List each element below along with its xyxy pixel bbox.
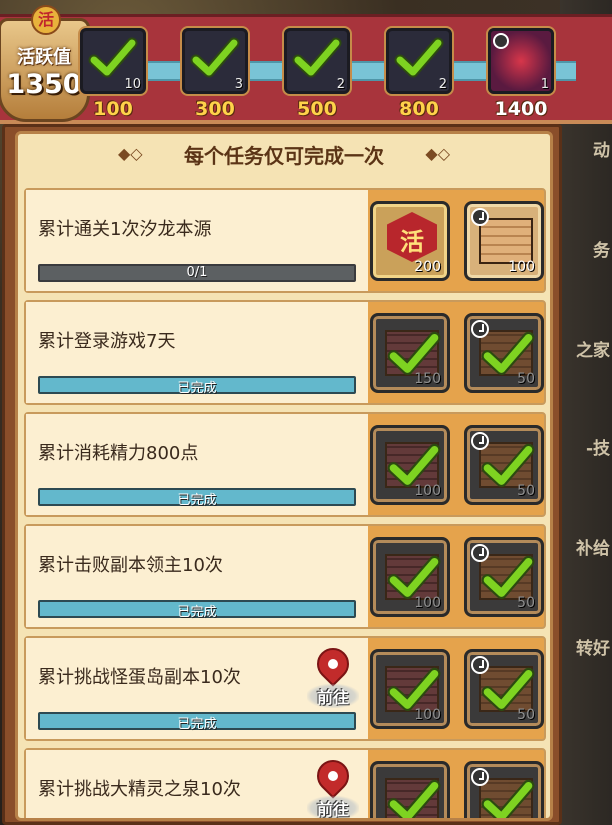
task-row: 累计登录游戏7天已完成 150 50 [24, 300, 546, 405]
task-name: 累计通关1次汐龙本源 [38, 219, 212, 240]
side-label[interactable]: 动 [560, 136, 612, 161]
task-progress-bar: 已完成 [38, 488, 356, 508]
task-info: 累计击败副本领主10次已完成 [26, 526, 368, 627]
check-icon [387, 776, 441, 818]
side-label[interactable]: 补给 [560, 534, 612, 559]
panel-title-text: 每个任务仅可完成一次 [184, 144, 384, 168]
activity-hex-icon: 活 [387, 212, 437, 262]
side-label[interactable]: 务 [560, 236, 612, 261]
milestone-count: 3 [234, 77, 243, 92]
activity-reward-item[interactable] [370, 761, 450, 818]
side-label[interactable]: 之家 [560, 336, 612, 361]
chest-reward-item[interactable]: 50 [464, 649, 544, 729]
clock-icon [471, 208, 489, 226]
task-info: 累计挑战大精灵之泉10次前往 [26, 750, 368, 818]
chest-icon [479, 218, 533, 264]
task-row: 累计消耗精力800点已完成 100 50 [24, 412, 546, 517]
milestone-threshold: 300 [195, 98, 235, 120]
task-name: 累计消耗精力800点 [38, 443, 199, 464]
chest-reward-item[interactable] [464, 761, 544, 818]
activity-reward-item[interactable]: 活 200 [370, 201, 450, 281]
reward-amount: 50 [517, 595, 535, 611]
milestone-threshold: 500 [297, 98, 337, 120]
reward-amount: 100 [414, 707, 441, 723]
task-info: 累计通关1次汐龙本源 0/1 [26, 190, 368, 291]
task-info: 累计挑战怪蛋岛副本10次 已完成 前往 [26, 638, 368, 739]
task-row: 累计挑战怪蛋岛副本10次 已完成 前往 100 50 [24, 636, 546, 741]
task-progress-bar: 已完成 [38, 600, 356, 620]
task-name: 累计击败副本领主10次 [38, 555, 223, 576]
diamond-ornament-icon: ◆◇ [118, 144, 143, 163]
milestone-reward[interactable]: 10 [80, 28, 146, 94]
reward-amount: 50 [517, 707, 535, 723]
side-label[interactable]: 转好 [560, 634, 612, 659]
milestone-reward[interactable]: 3 [182, 28, 248, 94]
task-info: 累计登录游戏7天已完成 [26, 302, 368, 403]
milestone-reward[interactable]: 2 [284, 28, 350, 94]
milestone-count: 2 [438, 77, 447, 92]
milestone-count: 1 [540, 77, 549, 92]
activity-value: 1350 [6, 69, 82, 100]
task-progress-text: 已完成 [177, 493, 217, 508]
task-row: 累计通关1次汐龙本源 0/1 活 200 100 [24, 188, 546, 293]
reward-amount: 100 [508, 259, 535, 275]
task-name: 累计登录游戏7天 [38, 331, 176, 352]
task-name: 累计挑战大精灵之泉10次 [38, 779, 241, 800]
check-icon [292, 34, 342, 84]
check-icon [190, 34, 240, 84]
reward-amount: 150 [414, 371, 441, 387]
milestone-threshold: 100 [93, 98, 133, 120]
milestone-threshold: 800 [399, 98, 439, 120]
task-progress-text: 已完成 [177, 381, 217, 396]
goto-label: 前往 [307, 796, 359, 818]
check-icon [394, 34, 444, 84]
task-progress-text: 0/1 [186, 265, 208, 280]
activity-reward-item[interactable]: 100 [370, 425, 450, 505]
reward-amount: 200 [414, 259, 441, 275]
task-name: 累计挑战怪蛋岛副本10次 [38, 667, 241, 688]
task-info: 累计消耗精力800点已完成 [26, 414, 368, 515]
milestone-threshold: 1400 [494, 98, 548, 120]
reward-amount: 50 [517, 483, 535, 499]
goto-label: 前往 [307, 684, 359, 708]
goto-button[interactable]: 前往 [307, 641, 359, 720]
activity-reward-item[interactable]: 100 [370, 649, 450, 729]
task-row: 累计击败副本领主10次已完成 100 50 [24, 524, 546, 629]
chest-reward-item[interactable]: 50 [464, 537, 544, 617]
chest-reward-item[interactable]: 50 [464, 425, 544, 505]
clock-icon [493, 33, 509, 49]
reward-amount: 50 [517, 371, 535, 387]
activity-glyph: 活 [400, 228, 424, 256]
activity-reward-item[interactable]: 100 [370, 537, 450, 617]
activity-seal-icon: 活 [31, 5, 61, 35]
milestone-count: 10 [124, 77, 141, 92]
map-pin-icon [310, 753, 356, 799]
activity-label: 活跃值 [17, 47, 71, 68]
chest-reward-item[interactable]: 50 [464, 313, 544, 393]
milestone-reward[interactable]: 1 [488, 28, 554, 94]
task-row: 累计挑战大精灵之泉10次前往 [24, 748, 546, 818]
reward-amount: 100 [414, 595, 441, 611]
side-label[interactable]: -技 [560, 434, 612, 459]
milestone-count: 2 [336, 77, 345, 92]
reward-amount: 100 [414, 483, 441, 499]
task-progress-bar: 0/1 [38, 264, 356, 282]
check-icon [481, 776, 535, 818]
task-panel: ◆◇ 每个任务仅可完成一次 ◆◇ 累计通关1次汐龙本源 0/1 活 200 100 累计登… [2, 124, 562, 825]
goto-button[interactable]: 前往 [307, 753, 359, 818]
milestone-reward[interactable]: 2 [386, 28, 452, 94]
task-progress-bar: 已完成 [38, 376, 356, 396]
task-progress-text: 已完成 [177, 605, 217, 620]
diamond-ornament-icon: ◆◇ [425, 144, 450, 163]
chest-reward-item[interactable]: 100 [464, 201, 544, 281]
panel-title: ◆◇ 每个任务仅可完成一次 ◆◇ [18, 140, 550, 169]
task-panel-inner: ◆◇ 每个任务仅可完成一次 ◆◇ 累计通关1次汐龙本源 0/1 活 200 100 累计登… [15, 131, 553, 821]
activity-reward-item[interactable]: 150 [370, 313, 450, 393]
map-pin-icon [310, 641, 356, 687]
